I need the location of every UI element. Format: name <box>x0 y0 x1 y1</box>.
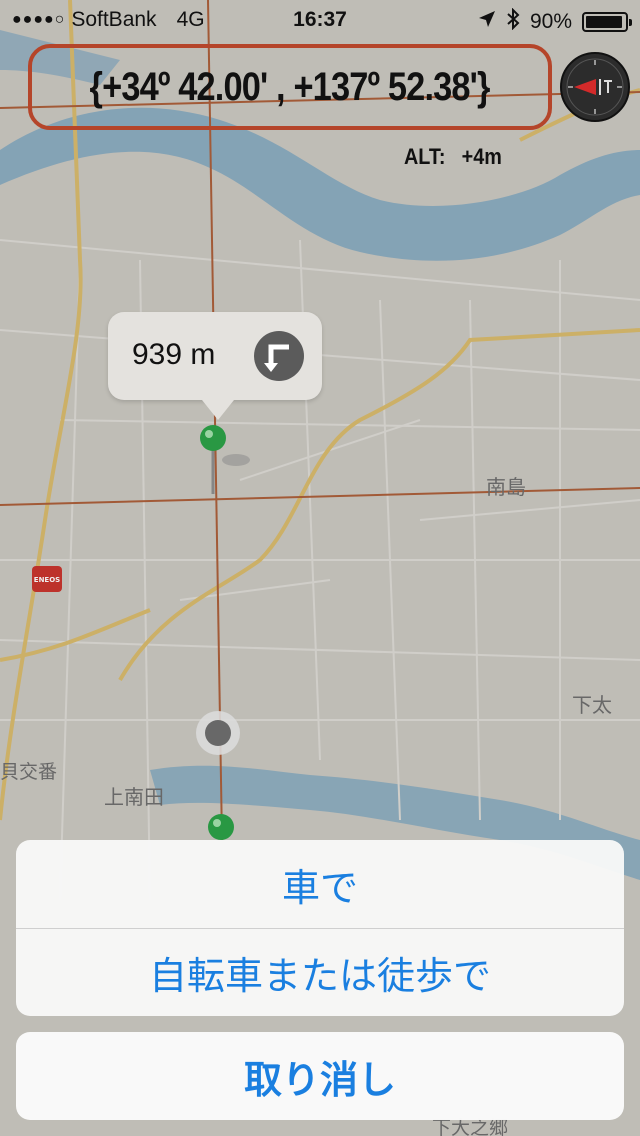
location-arrow-icon <box>478 10 496 34</box>
coordinate-readout[interactable]: {+34º 42.00' , +137º 52.38'} <box>28 44 552 130</box>
battery-percent: 90% <box>529 10 572 33</box>
action-sheet: 車で 自転車または徒歩で <box>16 840 624 1016</box>
distance-callout[interactable]: 939 m <box>108 312 322 420</box>
bluetooth-icon <box>506 7 520 36</box>
battery-icon <box>582 12 632 32</box>
cancel-button[interactable]: 取り消し <box>16 1032 624 1120</box>
by-bicycle-or-walk-button[interactable]: 自転車または徒歩で <box>16 928 624 1016</box>
turn-icon[interactable] <box>254 331 304 381</box>
altitude-label: ALT: <box>404 144 446 169</box>
altitude-readout: ALT: +4m <box>404 144 502 170</box>
coordinate-text: {+34º 42.00' , +137º 52.38'} <box>90 64 491 109</box>
altitude-value: +4m <box>461 144 502 169</box>
status-bar: ●●●●○ SoftBank 4G 16:37 90% <box>0 0 640 40</box>
distance-text: 939 m <box>132 338 216 371</box>
by-car-button[interactable]: 車で <box>16 840 624 928</box>
compass-icon[interactable] <box>560 52 630 122</box>
